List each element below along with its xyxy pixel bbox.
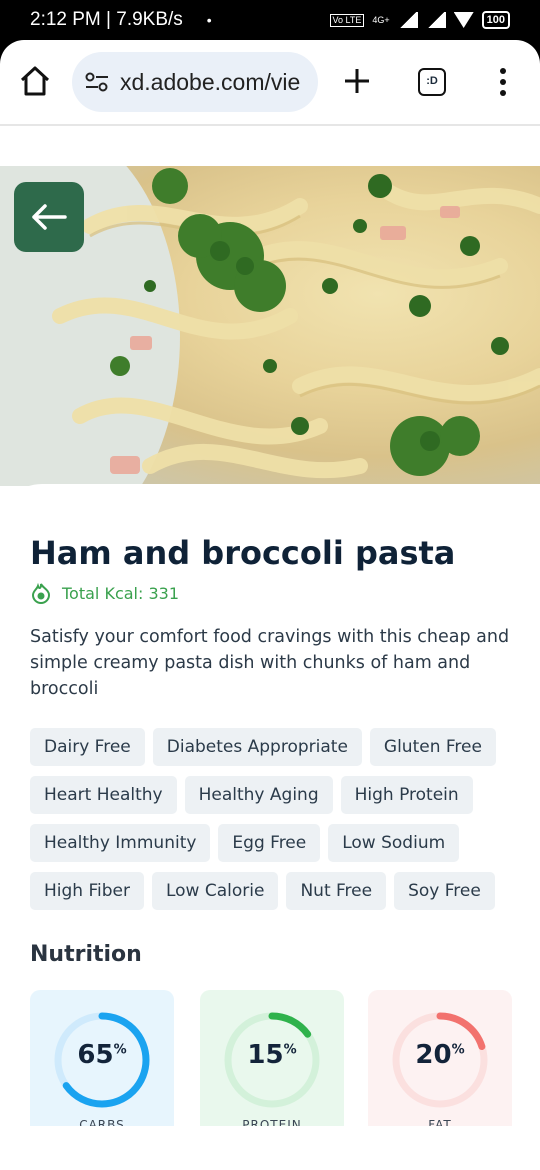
diet-tag[interactable]: Heart Healthy bbox=[30, 776, 177, 814]
recipe-detail-card: Ham and broccoli pasta Total Kcal: 331 S… bbox=[0, 484, 540, 1170]
diet-tag[interactable]: Low Calorie bbox=[151, 872, 279, 910]
diet-tag[interactable]: High Fiber bbox=[30, 872, 144, 910]
diet-tag[interactable]: Healthy Aging bbox=[184, 776, 333, 814]
diet-tag[interactable]: Dairy Free bbox=[30, 728, 145, 766]
status-dot: • bbox=[206, 12, 212, 28]
total-kcal: Total Kcal: 331 bbox=[62, 583, 180, 603]
recipe-description: Satisfy your comfort food cravings with … bbox=[30, 627, 510, 699]
diet-tag[interactable]: Gluten Free bbox=[369, 728, 496, 766]
overflow-menu-icon[interactable] bbox=[494, 66, 512, 98]
nutrition-heading: Nutrition bbox=[30, 942, 142, 967]
diet-tag[interactable]: Diabetes Appropriate bbox=[152, 728, 362, 766]
battery-icon: 100 bbox=[481, 11, 510, 29]
diet-tag[interactable]: Low Sodium bbox=[328, 824, 460, 862]
diet-tag[interactable]: Nut Free bbox=[286, 872, 387, 910]
recipe-title: Ham and broccoli pasta bbox=[30, 534, 456, 572]
wifi-icon bbox=[453, 12, 474, 28]
new-tab-icon[interactable] bbox=[340, 64, 374, 98]
carbs-value: 65% bbox=[77, 1040, 127, 1070]
network-type: 4G+ bbox=[372, 15, 390, 25]
browser-toolbar: xd.adobe.com/vie :D bbox=[0, 40, 540, 126]
site-settings-icon[interactable] bbox=[84, 70, 110, 94]
home-icon[interactable] bbox=[18, 64, 52, 98]
tab-switcher-button[interactable]: :D bbox=[418, 68, 446, 96]
volte-icon: Vo LTE bbox=[329, 13, 365, 27]
fat-value: 20% bbox=[415, 1040, 465, 1070]
back-button[interactable] bbox=[14, 182, 84, 252]
status-bar: 2:12 PM | 7.9KB/s • Vo LTE 4G+ 100 bbox=[0, 0, 540, 40]
address-bar[interactable]: xd.adobe.com/vie bbox=[72, 52, 318, 112]
protein-value: 15% bbox=[247, 1040, 297, 1070]
diet-tag[interactable]: Soy Free bbox=[394, 872, 495, 910]
signal-icon bbox=[397, 12, 418, 28]
bottom-edge bbox=[0, 1126, 540, 1170]
kcal-row: Total Kcal: 331 bbox=[30, 582, 179, 604]
status-time: 2:12 PM | 7.9KB/s bbox=[30, 9, 183, 30]
diet-tag[interactable]: Egg Free bbox=[218, 824, 321, 862]
url-text: xd.adobe.com/vie bbox=[120, 68, 301, 95]
arrow-left-icon bbox=[32, 204, 67, 230]
diet-tag[interactable]: Healthy Immunity bbox=[30, 824, 211, 862]
diet-tag[interactable]: High Protein bbox=[340, 776, 473, 814]
signal-icon-2 bbox=[425, 12, 446, 28]
flame-icon bbox=[31, 582, 51, 604]
diet-tags: Dairy Free Diabetes Appropriate Gluten Fre… bbox=[30, 728, 520, 910]
